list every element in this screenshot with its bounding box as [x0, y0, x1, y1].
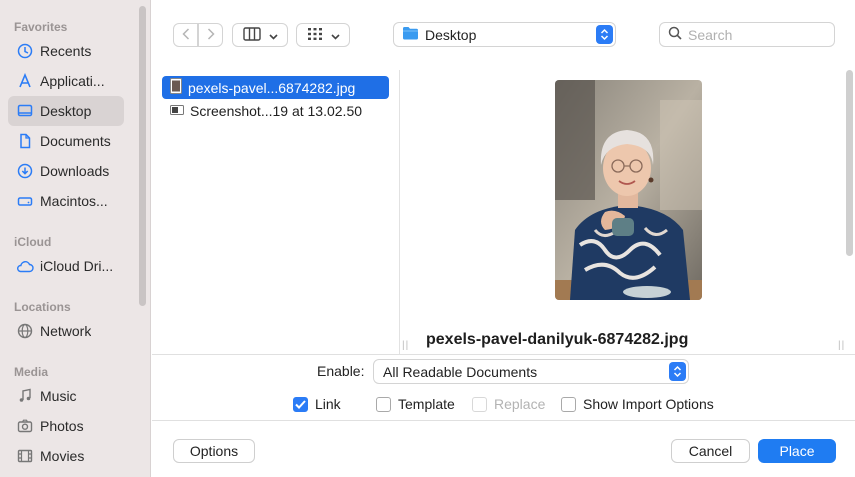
- checkbox-box: [472, 396, 487, 412]
- search-field[interactable]: [659, 22, 835, 47]
- show-import-options-label: Show Import Options: [583, 396, 714, 412]
- column-resize-handle[interactable]: ||: [402, 340, 409, 351]
- sidebar-item-label: Recents: [40, 43, 92, 59]
- applications-icon: [16, 72, 34, 90]
- sidebar-scrollbar[interactable]: [139, 6, 146, 306]
- checkmark-icon: [293, 396, 308, 412]
- divider: [152, 420, 855, 421]
- group-by-button[interactable]: [296, 23, 350, 47]
- place-button[interactable]: Place: [758, 439, 836, 463]
- file-item[interactable]: pexels-pavel...6874282.jpg: [162, 76, 389, 99]
- forward-button[interactable]: [198, 23, 223, 47]
- back-button[interactable]: [173, 23, 198, 47]
- file-name: pexels-pavel...6874282.jpg: [188, 79, 356, 96]
- checkbox-box: [561, 396, 576, 412]
- template-label: Template: [398, 396, 455, 412]
- link-checkbox[interactable]: Link: [293, 396, 341, 412]
- search-icon: [668, 26, 682, 43]
- music-icon: [16, 387, 34, 405]
- chevron-down-icon: [268, 27, 278, 43]
- camera-icon: [16, 417, 34, 435]
- template-checkbox[interactable]: Template: [376, 396, 455, 412]
- replace-label: Replace: [494, 396, 546, 412]
- sidebar-item-label: Documents: [40, 133, 111, 149]
- folder-icon: [402, 26, 419, 43]
- sidebar-item-documents[interactable]: Documents: [8, 126, 124, 156]
- cloud-icon: [16, 257, 34, 275]
- chevron-left-icon: [181, 27, 190, 43]
- options-button[interactable]: Options: [173, 439, 255, 463]
- columns-view-icon: [242, 26, 261, 44]
- sidebar-item-applications[interactable]: Applicati...: [8, 66, 124, 96]
- sidebar-item-label: Network: [40, 323, 92, 339]
- file-column: pexels-pavel...6874282.jpg Screenshot...…: [152, 70, 400, 354]
- checkbox-box: [376, 396, 391, 412]
- enable-popup[interactable]: All Readable Documents: [373, 359, 689, 384]
- sidebar-item-icloud-drive[interactable]: iCloud Dri...: [8, 251, 124, 281]
- sidebar-item-movies[interactable]: Movies: [8, 441, 124, 471]
- sidebar-item-label: Macintos...: [40, 193, 108, 209]
- cancel-button[interactable]: Cancel: [671, 439, 750, 463]
- sidebar-item-label: iCloud Dri...: [40, 258, 114, 274]
- document-icon: [16, 132, 34, 150]
- search-input[interactable]: [688, 26, 828, 43]
- clock-icon: [16, 42, 34, 60]
- divider: [152, 354, 855, 355]
- sidebar-item-label: Photos: [40, 418, 84, 434]
- sidebar-section-icloud: iCloud: [14, 235, 52, 249]
- chevron-right-icon: [207, 27, 215, 43]
- sidebar-item-desktop[interactable]: Desktop: [8, 96, 124, 126]
- sidebar-item-photos[interactable]: Photos: [8, 411, 124, 441]
- sidebar-item-downloads[interactable]: Downloads: [8, 156, 124, 186]
- sidebar-item-music[interactable]: Music: [8, 381, 124, 411]
- location-stepper-icon: [596, 25, 613, 44]
- view-mode-button[interactable]: [232, 23, 288, 47]
- drive-icon: [16, 192, 34, 210]
- network-icon: [16, 322, 34, 340]
- replace-checkbox: Replace: [472, 396, 545, 412]
- screenshot-file-icon: [170, 103, 184, 119]
- preview-filename: pexels-pavel-danilyuk-6874282.jpg: [426, 331, 689, 348]
- file-item[interactable]: Screenshot...19 at 13.02.50: [162, 99, 389, 122]
- film-icon: [16, 447, 34, 465]
- sidebar-section-favorites: Favorites: [14, 20, 68, 34]
- preview-scrollbar[interactable]: [846, 70, 853, 256]
- location-label: Desktop: [425, 26, 477, 43]
- sidebar-item-label: Downloads: [40, 163, 110, 179]
- file-name: Screenshot...19 at 13.02.50: [190, 102, 363, 119]
- sidebar-item-label: Movies: [40, 448, 85, 464]
- enable-label: Enable:: [317, 363, 365, 379]
- download-icon: [16, 162, 34, 180]
- sidebar-item-label: Music: [40, 388, 77, 404]
- sidebar-section-media: Media: [14, 365, 49, 379]
- sidebar-item-label: Desktop: [40, 103, 92, 119]
- image-file-icon: [170, 78, 182, 97]
- sidebar-item-recents[interactable]: Recents: [8, 36, 124, 66]
- desktop-icon: [16, 102, 34, 120]
- enable-value: All Readable Documents: [383, 363, 538, 380]
- sidebar-item-label: Applicati...: [40, 73, 105, 89]
- column-resize-handle[interactable]: ||: [838, 340, 845, 351]
- show-import-options-checkbox[interactable]: Show Import Options: [561, 396, 714, 412]
- sidebar-item-macintosh-hd[interactable]: Macintos...: [8, 186, 124, 216]
- location-popup[interactable]: Desktop: [393, 22, 616, 47]
- sidebar: Favorites Recents Applicati... Desktop D…: [0, 0, 151, 477]
- chevron-down-icon: [330, 27, 340, 43]
- enable-stepper-icon: [669, 362, 686, 381]
- sidebar-section-locations: Locations: [14, 300, 71, 314]
- preview-image: [555, 80, 702, 300]
- link-label: Link: [315, 396, 341, 412]
- sidebar-item-network[interactable]: Network: [8, 316, 124, 346]
- grid-icon: [307, 27, 323, 44]
